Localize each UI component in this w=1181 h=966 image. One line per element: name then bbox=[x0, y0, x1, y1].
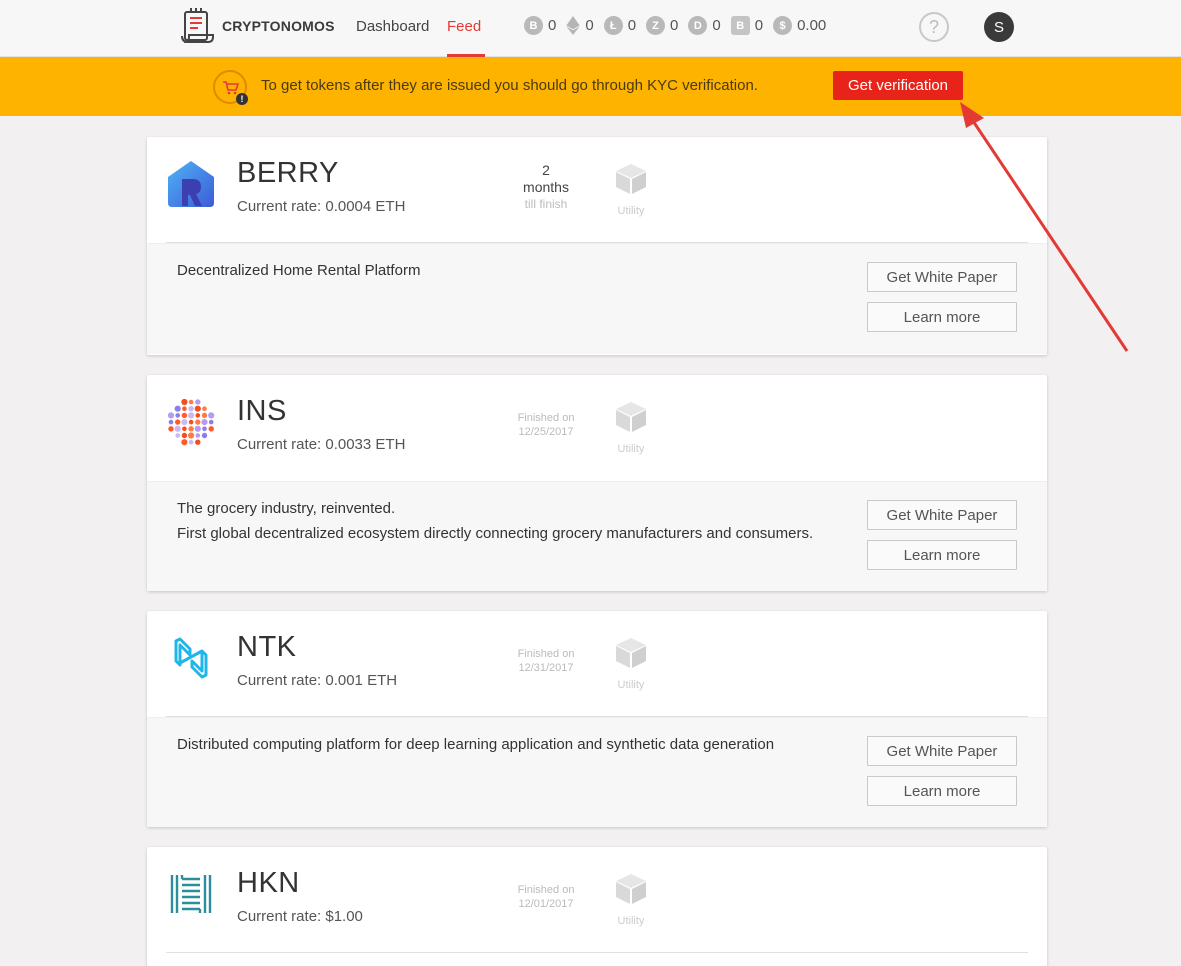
balance-value: 0 bbox=[627, 17, 637, 34]
bitcoin-cash-icon: B bbox=[730, 16, 750, 35]
status-number: 2 bbox=[542, 162, 550, 178]
ntk-logo-icon bbox=[174, 637, 208, 679]
current-rate: Current rate: 0.0033 ETH bbox=[237, 436, 406, 453]
user-avatar[interactable]: S bbox=[984, 12, 1014, 42]
ethereum-icon bbox=[566, 16, 580, 35]
project-status: Finished on 12/01/2017 bbox=[506, 872, 586, 911]
get-white-paper-button[interactable]: Get White Paper bbox=[867, 500, 1017, 530]
litecoin-icon: Ł bbox=[603, 16, 623, 35]
project-name: INS bbox=[237, 395, 287, 427]
balance-value: 0 bbox=[548, 17, 557, 34]
status-caption: till finish bbox=[524, 197, 568, 211]
get-verification-button[interactable]: Get verification bbox=[833, 71, 963, 100]
project-name: NTK bbox=[237, 631, 297, 663]
balance-usd[interactable]: $ 0.00 bbox=[773, 16, 826, 35]
status-finished-label: Finished on bbox=[517, 648, 575, 660]
balance-value: 0 bbox=[754, 17, 764, 34]
project-status: Finished on 12/25/2017 bbox=[506, 400, 586, 439]
dollar-icon: $ bbox=[773, 16, 793, 35]
nav-feed[interactable]: Feed bbox=[447, 18, 481, 35]
project-name: HKN bbox=[237, 867, 300, 899]
status-finished-date: 12/31/2017 bbox=[518, 662, 574, 674]
berry-logo-icon bbox=[168, 161, 214, 207]
project-card-berry: BERRY Current rate: 0.0004 ETH 2 months … bbox=[147, 137, 1047, 355]
balance-ltc[interactable]: Ł 0 bbox=[603, 16, 637, 35]
project-description: Decentralized Home Rental Platform bbox=[177, 262, 827, 280]
kyc-banner: ! To get tokens after they are issued yo… bbox=[0, 57, 1181, 116]
balance-eth[interactable]: 0 bbox=[566, 16, 594, 35]
brand-logo[interactable]: CRYPTONOMOS bbox=[178, 6, 335, 46]
project-card-hkn: HKN Current rate: $1.00 Finished on 12/0… bbox=[147, 847, 1047, 966]
project-card-ins: INS Current rate: 0.0033 ETH Finished on… bbox=[147, 375, 1047, 591]
project-status: Finished on 12/31/2017 bbox=[506, 636, 586, 675]
token-type: Utility bbox=[611, 636, 651, 691]
description-line: Distributed computing platform for deep … bbox=[177, 736, 775, 753]
current-rate: Current rate: 0.0004 ETH bbox=[237, 198, 406, 215]
balance-value: 0 bbox=[670, 17, 679, 34]
balance-dash[interactable]: D 0 bbox=[688, 16, 721, 35]
learn-more-button[interactable]: Learn more bbox=[867, 302, 1017, 332]
status-finished-date: 12/01/2017 bbox=[518, 898, 574, 910]
project-card-ntk: NTK Current rate: 0.001 ETH Finished on … bbox=[147, 611, 1047, 827]
box-icon bbox=[616, 874, 646, 904]
token-type: Utility bbox=[611, 162, 651, 217]
current-rate: Current rate: 0.001 ETH bbox=[237, 672, 398, 689]
balance-btc[interactable]: B 0 bbox=[524, 16, 556, 35]
learn-more-button[interactable]: Learn more bbox=[867, 540, 1017, 570]
status-unit: months bbox=[523, 179, 569, 195]
description-line: Decentralized Home Rental Platform bbox=[177, 262, 421, 279]
dash-icon: D bbox=[688, 16, 708, 35]
ins-logo-icon bbox=[167, 398, 215, 446]
kyc-message: To get tokens after they are issued you … bbox=[261, 77, 758, 94]
status-finished-label: Finished on bbox=[517, 884, 575, 896]
hkn-logo-icon bbox=[170, 875, 212, 913]
description-line: First global decentralized ecosystem dir… bbox=[177, 525, 814, 542]
help-icon[interactable]: ? bbox=[919, 12, 949, 42]
project-description: Distributed computing platform for deep … bbox=[177, 736, 827, 754]
token-type-label: Utility bbox=[617, 443, 645, 455]
learn-more-button[interactable]: Learn more bbox=[867, 776, 1017, 806]
scroll-logo-icon bbox=[181, 8, 214, 43]
project-name: BERRY bbox=[237, 157, 339, 189]
box-icon bbox=[616, 164, 646, 194]
balances-bar: B 0 0 Ł 0 Z 0 D 0 B 0 $ 0.00 bbox=[524, 16, 836, 35]
description-line: The grocery industry, reinvented. bbox=[177, 500, 396, 517]
current-rate: Current rate: $1.00 bbox=[237, 908, 363, 925]
balance-value: 0 bbox=[585, 17, 594, 34]
token-type-label: Utility bbox=[617, 679, 645, 691]
project-description: The grocery industry, reinvented. First … bbox=[177, 500, 827, 543]
cart-alert-icon: ! bbox=[213, 70, 248, 105]
brand-name: CRYPTONOMOS bbox=[222, 18, 335, 34]
zcash-icon: Z bbox=[646, 16, 666, 35]
token-type: Utility bbox=[611, 872, 651, 927]
balance-value: 0 bbox=[712, 17, 721, 34]
status-finished-label: Finished on bbox=[517, 412, 575, 424]
exclamation-icon: ! bbox=[236, 93, 248, 105]
box-icon bbox=[616, 638, 646, 668]
get-white-paper-button[interactable]: Get White Paper bbox=[867, 262, 1017, 292]
balance-value: 0.00 bbox=[797, 17, 827, 34]
token-type-label: Utility bbox=[617, 205, 645, 217]
card-divider bbox=[166, 952, 1028, 953]
get-white-paper-button[interactable]: Get White Paper bbox=[867, 736, 1017, 766]
box-icon bbox=[616, 402, 646, 432]
bitcoin-icon: B bbox=[524, 16, 543, 35]
project-status: 2 months till finish bbox=[506, 162, 586, 212]
balance-bch[interactable]: B 0 bbox=[730, 16, 764, 35]
token-type-label: Utility bbox=[617, 915, 645, 927]
nav-dashboard[interactable]: Dashboard bbox=[356, 18, 429, 35]
balance-zec[interactable]: Z 0 bbox=[646, 16, 678, 35]
top-header: CRYPTONOMOS Dashboard Feed B 0 0 Ł 0 Z 0… bbox=[0, 0, 1181, 57]
token-type: Utility bbox=[611, 400, 651, 455]
status-finished-date: 12/25/2017 bbox=[518, 426, 574, 438]
